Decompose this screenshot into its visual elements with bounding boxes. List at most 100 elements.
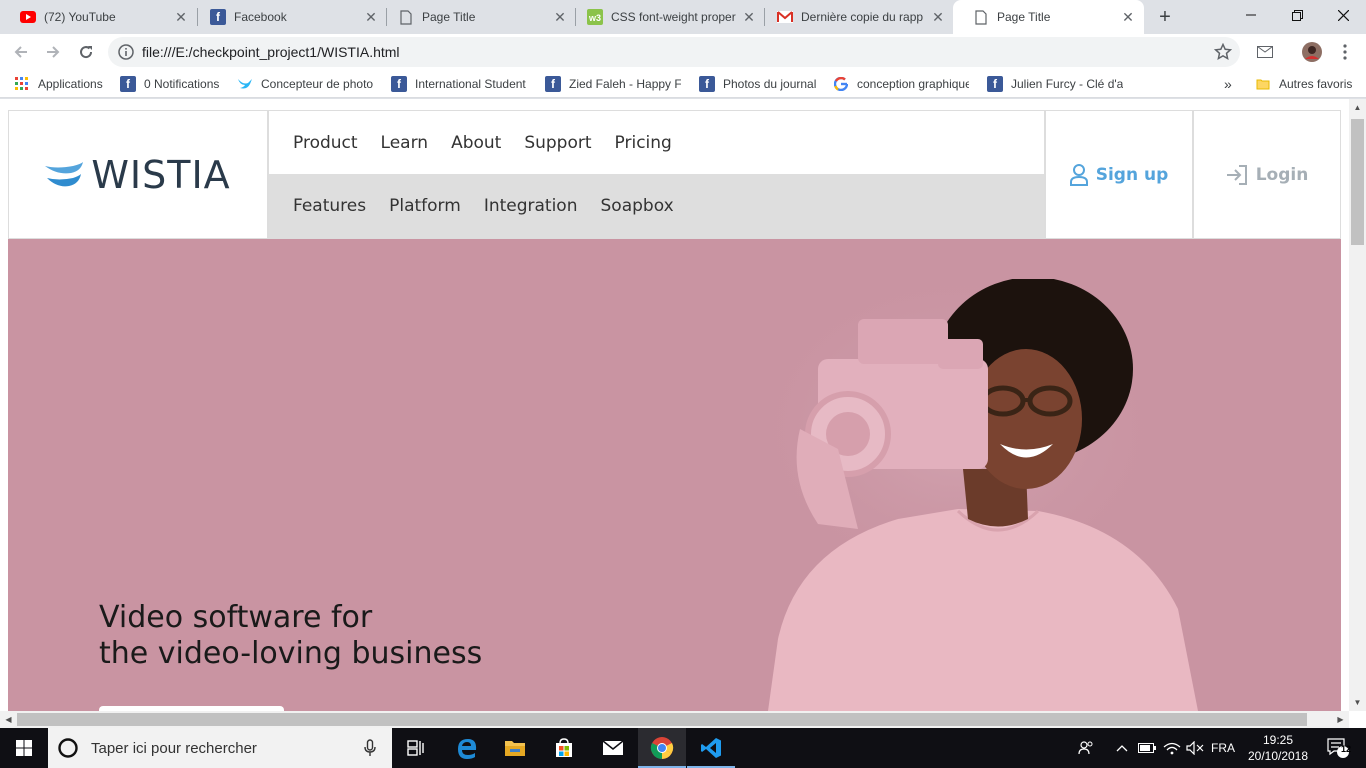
nav-pricing[interactable]: Pricing (615, 133, 672, 153)
secondary-nav: Features Platform Integration Soapbox (269, 174, 1044, 238)
scroll-down-arrow-icon[interactable]: ▼ (1349, 694, 1366, 711)
bookmark-applications[interactable]: Applications (14, 75, 114, 93)
bookmark-julien-furcy[interactable]: f Julien Furcy - Clé d'ac (987, 75, 1123, 93)
avatar[interactable] (1299, 39, 1325, 65)
clock-time: 19:25 (1262, 733, 1294, 747)
close-icon[interactable]: ✕ (741, 9, 757, 25)
login-icon (1226, 164, 1247, 185)
nav-features[interactable]: Features (293, 196, 366, 216)
vertical-scroll-thumb[interactable] (1351, 119, 1364, 245)
taskbar-file-explorer[interactable] (491, 728, 539, 768)
new-tab-button[interactable]: + (1152, 4, 1178, 30)
volume-muted-icon[interactable] (1184, 728, 1206, 768)
microphone-icon[interactable] (364, 739, 376, 757)
scroll-up-arrow-icon[interactable]: ▲ (1349, 99, 1366, 116)
user-icon (1069, 163, 1088, 186)
logo-container[interactable]: WISTIA (8, 110, 268, 239)
signup-button[interactable]: Sign up (1045, 110, 1193, 239)
tab-facebook[interactable]: f Facebook ✕ (190, 0, 387, 34)
close-icon[interactable]: ✕ (552, 9, 568, 25)
battery-icon[interactable] (1136, 728, 1158, 768)
start-button[interactable] (0, 728, 48, 768)
bookmark-photos-journal[interactable]: f Photos du journal (699, 75, 821, 93)
taskbar-vscode[interactable] (687, 728, 735, 768)
bookmark-conception-graphique[interactable]: conception graphique (833, 75, 969, 93)
facebook-icon: f (391, 76, 407, 92)
more-bookmarks-button[interactable]: » (1224, 75, 1238, 93)
nav-integration[interactable]: Integration (484, 196, 578, 216)
bookmark-other-favorites[interactable]: Autres favoris (1255, 75, 1355, 93)
bookmark-concepteur[interactable]: Concepteur de photo (237, 75, 373, 93)
taskbar-store[interactable] (540, 728, 588, 768)
main-nav: Product Learn About Support Pricing Feat… (268, 110, 1045, 239)
horizontal-scrollbar[interactable]: ◀ ▶ (0, 711, 1349, 728)
nav-product[interactable]: Product (293, 133, 358, 153)
login-button[interactable]: Login (1193, 110, 1341, 239)
forward-button[interactable] (40, 39, 66, 65)
bookmarks-bar: Applications f 0 Notifications Concepteu… (0, 70, 1366, 98)
minimize-button[interactable] (1228, 0, 1274, 30)
tab-active-page-title[interactable]: Page Title ✕ (953, 0, 1144, 34)
tab-w3schools[interactable]: w3 CSS font-weight proper ✕ (567, 0, 765, 34)
back-button[interactable] (8, 39, 34, 65)
taskbar-chrome[interactable] (638, 728, 686, 768)
login-label: Login (1255, 164, 1309, 185)
mail-icon (602, 740, 624, 755)
taskbar-search-box[interactable]: Taper ici pour rechercher (48, 728, 392, 768)
language-indicator[interactable]: FRA (1208, 728, 1238, 768)
close-icon[interactable]: ✕ (1120, 9, 1136, 25)
vertical-scrollbar[interactable]: ▲ ▼ (1349, 99, 1366, 711)
chevron-up-icon[interactable] (1112, 728, 1132, 768)
scroll-left-arrow-icon[interactable]: ◀ (0, 711, 17, 728)
horizontal-scroll-thumb[interactable] (17, 713, 1307, 726)
page-icon (398, 9, 414, 25)
google-icon (833, 76, 849, 92)
bookmark-label: Applications (38, 77, 103, 91)
tab-gmail[interactable]: Dernière copie du rapp ✕ (757, 0, 954, 34)
nav-learn[interactable]: Learn (381, 133, 429, 153)
hero-headline: Video software for the video-loving busi… (99, 600, 482, 672)
nav-platform[interactable]: Platform (389, 196, 461, 216)
nav-soapbox[interactable]: Soapbox (601, 196, 674, 216)
info-icon[interactable] (118, 44, 134, 60)
address-bar[interactable]: file:///E:/checkpoint_project1/WISTIA.ht… (108, 37, 1240, 67)
facebook-icon: f (545, 76, 561, 92)
nav-support[interactable]: Support (524, 133, 591, 153)
nav-about[interactable]: About (451, 133, 501, 153)
scroll-right-arrow-icon[interactable]: ▶ (1332, 711, 1349, 728)
page-viewport: WISTIA Product Learn About Support Prici… (0, 99, 1366, 728)
signup-label: Sign up (1095, 164, 1169, 185)
w3schools-icon: w3 (587, 9, 603, 25)
youtube-icon (20, 9, 36, 25)
close-icon[interactable]: ✕ (173, 9, 189, 25)
wistia-page: WISTIA Product Learn About Support Prici… (8, 110, 1341, 711)
taskbar-edge[interactable] (443, 728, 491, 768)
bird-icon (237, 76, 253, 92)
tab-page-title[interactable]: Page Title ✕ (378, 0, 576, 34)
notification-count: 12 (1340, 744, 1351, 754)
tab-youtube[interactable]: (72) YouTube ✕ (0, 0, 197, 34)
bookmark-zied-faleh[interactable]: f Zied Faleh - Happy Fa (545, 75, 681, 93)
system-clock[interactable]: 19:25 20/10/2018 (1236, 732, 1320, 764)
store-bag-icon (556, 738, 572, 757)
close-icon[interactable]: ✕ (363, 9, 379, 25)
reload-button[interactable] (73, 39, 99, 65)
action-center-button[interactable]: 12 (1318, 728, 1358, 768)
mail-icon[interactable] (1252, 39, 1278, 65)
page-icon (973, 9, 989, 25)
windows-taskbar: Taper ici pour rechercher FRA 19:25 20/1… (0, 728, 1366, 768)
star-icon[interactable] (1213, 42, 1233, 61)
bookmark-international-student[interactable]: f International Student (391, 75, 527, 93)
menu-icon[interactable] (1332, 39, 1358, 65)
restore-button[interactable] (1274, 0, 1320, 30)
bookmark-notifications[interactable]: f 0 Notifications (120, 75, 228, 93)
tab-title: (72) YouTube (44, 10, 116, 24)
url-text[interactable]: file:///E:/checkpoint_project1/WISTIA.ht… (142, 44, 400, 60)
people-icon[interactable] (1074, 728, 1098, 768)
bookmark-label: Photos du journal (723, 77, 817, 91)
taskbar-mail[interactable] (589, 728, 637, 768)
close-window-button[interactable] (1320, 0, 1366, 30)
wifi-icon[interactable] (1160, 728, 1184, 768)
task-view-button[interactable] (392, 728, 440, 768)
close-icon[interactable]: ✕ (930, 9, 946, 25)
